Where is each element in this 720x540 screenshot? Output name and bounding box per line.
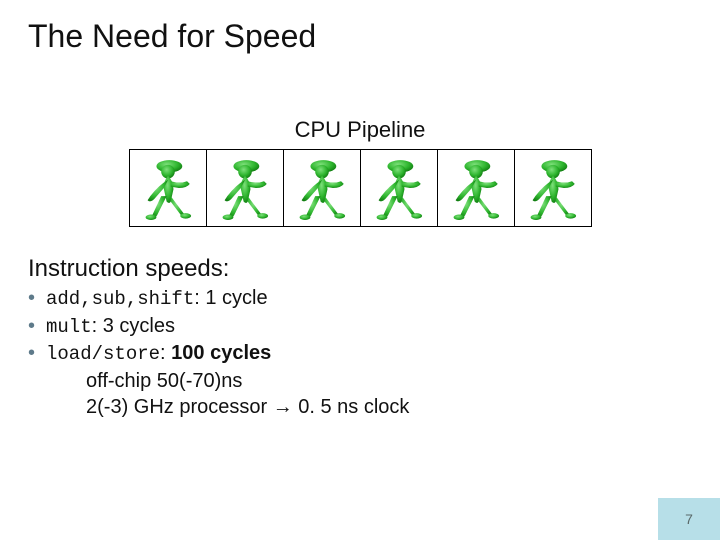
ampelmann-walk-icon	[288, 154, 356, 222]
subline: off-chip 50(-70)ns	[46, 368, 720, 394]
list-item: load/store: 100 cycles off-chip 50(-70)n…	[28, 340, 720, 420]
page-title: The Need for Speed	[0, 0, 720, 55]
instruction-cycles: : 3 cycles	[92, 315, 175, 337]
subline: 2(-3) GHz processor → 0. 5 ns clock	[46, 394, 720, 420]
ampelmann-walk-icon	[519, 154, 587, 222]
pipeline-stage	[206, 149, 284, 227]
instruction-speeds-heading: Instruction speeds:	[0, 255, 720, 283]
pipeline-row	[0, 149, 720, 227]
instruction-speeds-list: add,sub,shift: 1 cycle mult: 3 cycles lo…	[0, 285, 720, 420]
ampelmann-walk-icon	[211, 154, 279, 222]
instruction-names: mult	[46, 316, 92, 338]
pipeline-stage	[360, 149, 438, 227]
instruction-names: add,sub,shift	[46, 288, 194, 310]
pipeline-subtitle: CPU Pipeline	[0, 117, 720, 143]
pipeline-stage	[437, 149, 515, 227]
ampelmann-walk-icon	[134, 154, 202, 222]
instruction-cycles: : 1 cycle	[194, 287, 267, 309]
page-number: 7	[658, 498, 720, 540]
ampelmann-walk-icon	[365, 154, 433, 222]
instruction-cycles-prefix: :	[160, 342, 171, 364]
instruction-names: load/store	[46, 343, 160, 365]
ampelmann-walk-icon	[442, 154, 510, 222]
pipeline-stage	[514, 149, 592, 227]
list-item: add,sub,shift: 1 cycle	[28, 285, 720, 313]
pipeline-stage	[283, 149, 361, 227]
instruction-cycles: 100 cycles	[171, 342, 271, 364]
pipeline-stage	[129, 149, 207, 227]
list-item: mult: 3 cycles	[28, 313, 720, 341]
